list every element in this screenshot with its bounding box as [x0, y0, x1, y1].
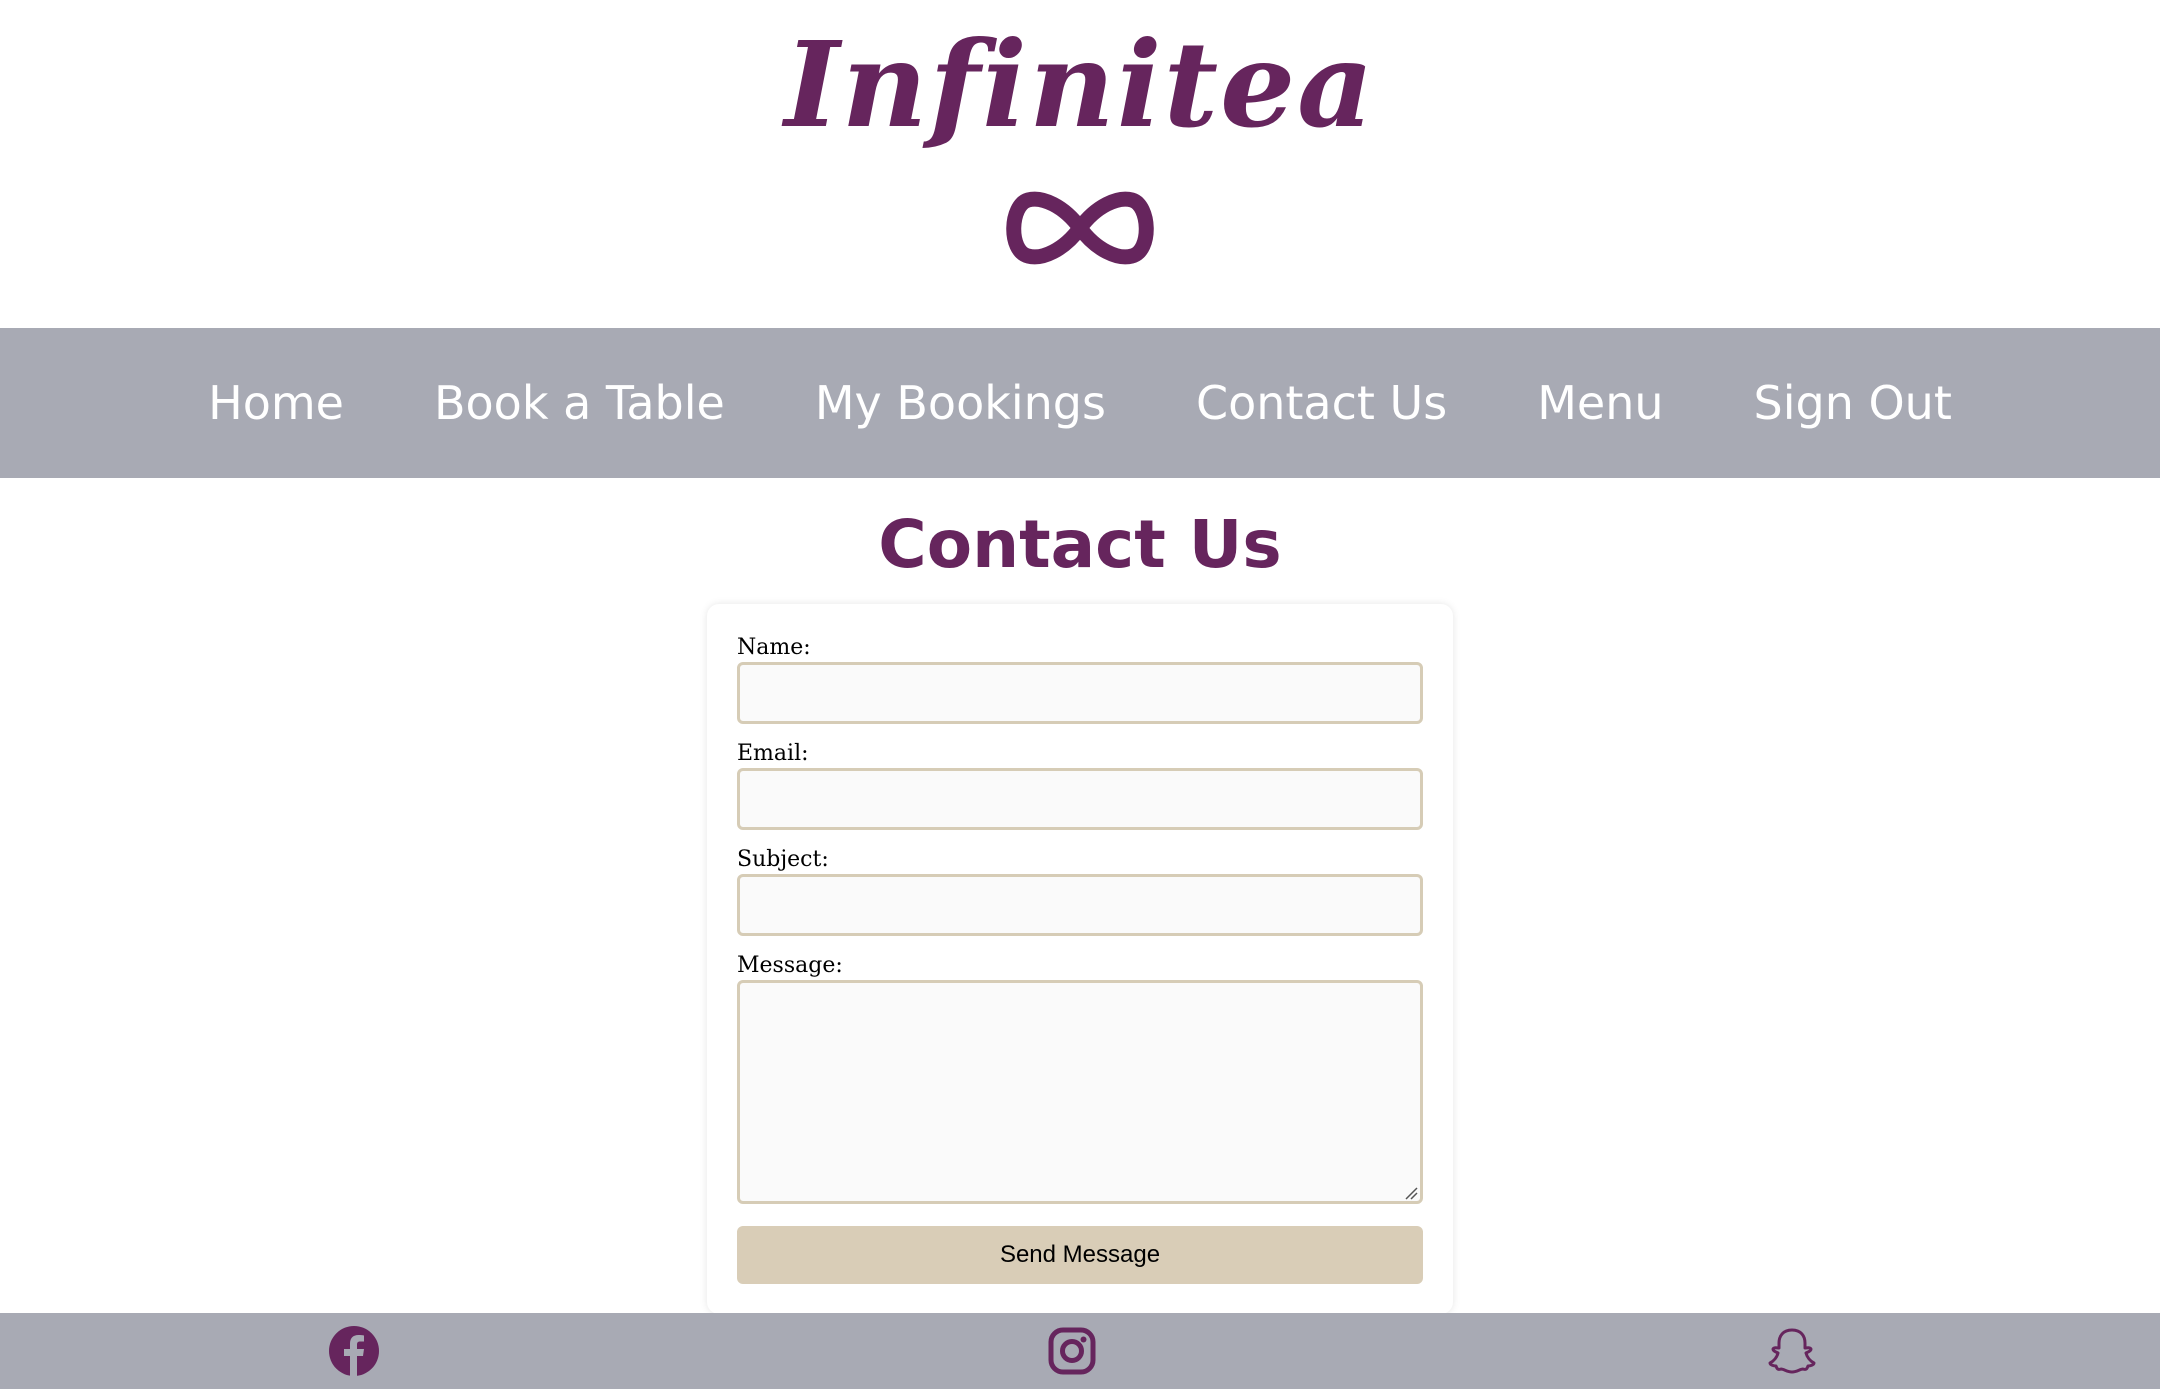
email-input[interactable] — [737, 768, 1423, 830]
nav-item-home[interactable]: Home — [208, 376, 344, 430]
nav-item-contact-us[interactable]: Contact Us — [1196, 376, 1447, 430]
nav-list: Home Book a Table My Bookings Contact Us… — [0, 328, 2160, 478]
site-header: Infinitea — [0, 0, 2160, 328]
facebook-icon[interactable] — [328, 1325, 380, 1377]
page-title: Contact Us — [878, 506, 1282, 583]
nav-item-menu[interactable]: Menu — [1537, 376, 1663, 430]
snapchat-icon[interactable] — [1766, 1325, 1818, 1377]
name-input[interactable] — [737, 662, 1423, 724]
infinity-icon — [1006, 191, 1154, 265]
instagram-icon[interactable] — [1046, 1325, 1098, 1377]
subject-label: Subject: — [737, 847, 829, 872]
name-label: Name: — [737, 635, 811, 660]
nav-item-my-bookings[interactable]: My Bookings — [815, 376, 1106, 430]
resize-handle-icon[interactable] — [1404, 1186, 1418, 1200]
brand-logo-text: Infinitea — [784, 15, 1376, 154]
contact-form-card: Name: Email: Subject: Message: Send Mess… — [707, 604, 1453, 1314]
nav-item-book-a-table[interactable]: Book a Table — [434, 376, 725, 430]
subject-input[interactable] — [737, 874, 1423, 936]
message-textarea[interactable] — [737, 980, 1423, 1204]
site-footer — [0, 1313, 2160, 1389]
contact-page: Infinitea Home Book a Table My Bookings … — [0, 0, 2160, 1389]
send-message-button[interactable]: Send Message — [737, 1226, 1423, 1284]
message-label: Message: — [737, 953, 843, 978]
email-label: Email: — [737, 741, 809, 766]
nav-item-sign-out[interactable]: Sign Out — [1754, 376, 1952, 430]
main-nav: Home Book a Table My Bookings Contact Us… — [0, 328, 2160, 478]
